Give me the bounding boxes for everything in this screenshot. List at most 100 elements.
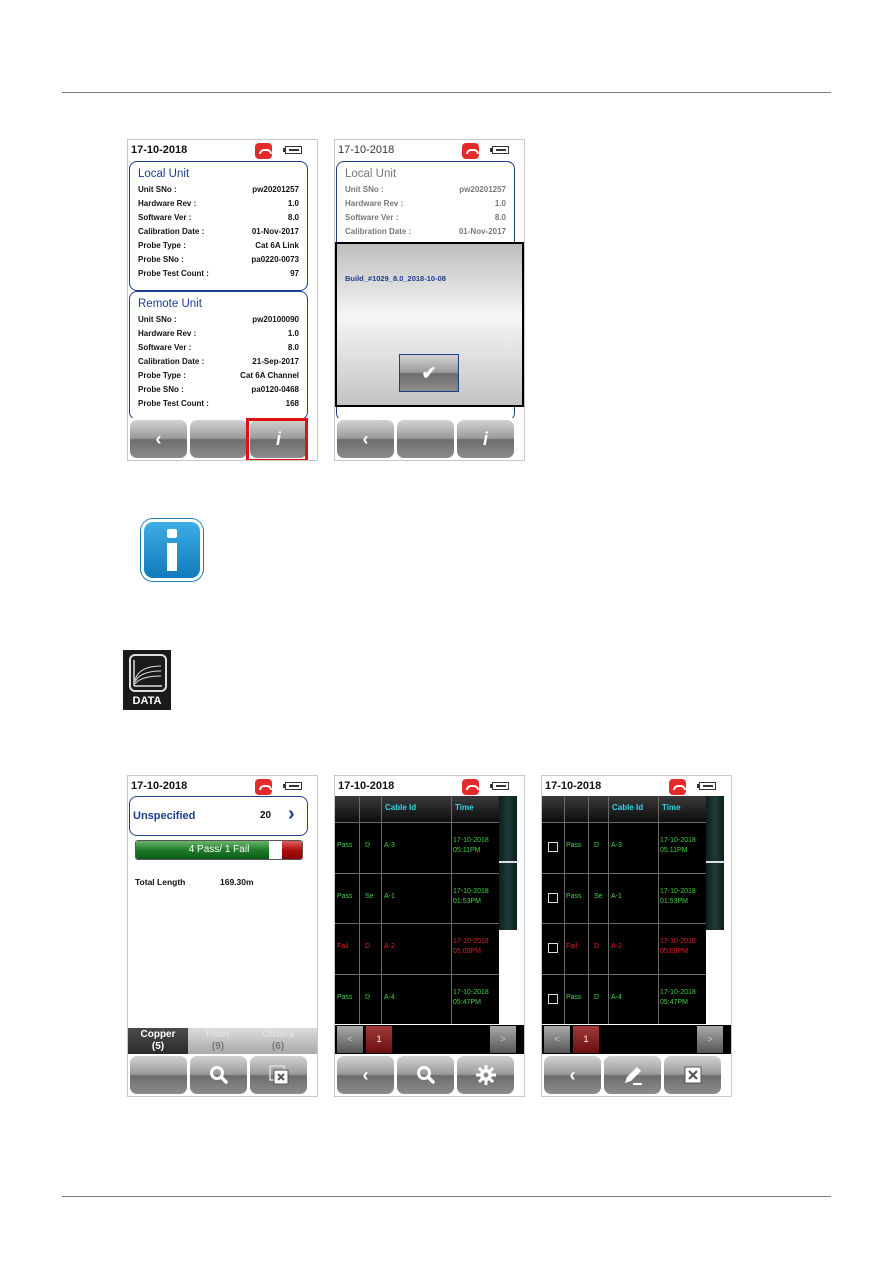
column-header[interactable]: Cable Id <box>385 803 416 812</box>
next-page-button[interactable]: > <box>490 1026 516 1053</box>
info-key: Software Ver : <box>138 343 192 352</box>
ok-button[interactable]: ✔ <box>399 354 459 392</box>
hangup-icon[interactable] <box>669 779 686 795</box>
tab-others[interactable]: Others (6) <box>248 1028 308 1055</box>
hangup-icon[interactable] <box>462 143 479 159</box>
date-label: 17-10-2018 <box>338 780 395 792</box>
status-cell: Fail <box>337 943 349 951</box>
hangup-icon[interactable] <box>255 143 272 159</box>
info-button[interactable]: i <box>457 420 514 458</box>
graph-icon <box>129 654 167 692</box>
group-count: 20 <box>260 810 272 821</box>
date-cell: 17-10-2018 <box>660 938 696 946</box>
scrollbar-mark <box>499 861 517 863</box>
prev-page-button[interactable]: < <box>544 1026 570 1053</box>
back-button[interactable]: ‹ <box>337 1056 394 1094</box>
column-header[interactable]: Time <box>662 803 681 812</box>
scrollbar[interactable] <box>499 796 517 1024</box>
status-cell: Pass <box>337 892 353 900</box>
results-table: Cable Id Time Pass D A-3 17-10-2018 05:11PM Pas… <box>542 796 706 1024</box>
status-bar: 17-10-2018 <box>335 776 524 798</box>
back-button[interactable]: ‹ <box>544 1056 601 1094</box>
build-version-text: Build_#1029_8.0_2018-10-08 <box>345 274 446 283</box>
row-checkbox[interactable] <box>548 993 558 1004</box>
info-value: pw20100090 <box>252 315 299 324</box>
column-header[interactable]: Cable Id <box>612 803 643 812</box>
info-row: Probe SNo : pa0120-0468 <box>138 385 299 397</box>
info-note-icon <box>141 519 203 581</box>
back-button[interactable]: ‹ <box>337 420 394 458</box>
info-icon: i <box>482 429 488 449</box>
info-row: Probe Type : Cat 6A Link <box>138 241 299 253</box>
page-1-button[interactable]: 1 <box>573 1026 599 1053</box>
info-row: Hardware Rev : 1.0 <box>345 199 506 211</box>
time-cell: 05:11PM <box>660 847 688 855</box>
info-row: Hardware Rev : 1.0 <box>138 329 299 341</box>
date-cell: 17-10-2018 <box>660 988 696 996</box>
pass-fail-label: 4 Pass/ 1 Fail <box>188 844 250 855</box>
edit-button[interactable] <box>604 1056 661 1094</box>
local-unit-title: Local Unit <box>138 168 190 180</box>
time-cell: 01:53PM <box>660 897 689 905</box>
info-row: Hardware Rev : 1.0 <box>138 199 299 211</box>
date-cell: 17-10-2018 <box>453 938 489 946</box>
empty-button[interactable] <box>397 420 454 458</box>
row-checkbox[interactable] <box>548 842 558 853</box>
cable-id-cell: A-1 <box>611 892 622 900</box>
delete-icon <box>684 1066 701 1084</box>
row-checkbox[interactable] <box>548 943 558 954</box>
search-button[interactable] <box>397 1056 454 1094</box>
next-page-button[interactable]: > <box>697 1026 723 1053</box>
info-value: 97 <box>290 269 299 278</box>
pencil-icon <box>624 1067 642 1085</box>
page-1-button[interactable]: 1 <box>366 1026 392 1053</box>
info-row: Unit SNo : pw20201257 <box>138 185 299 197</box>
empty-button[interactable] <box>130 1056 187 1094</box>
time-cell: 05:09PM <box>453 948 482 956</box>
scrollbar[interactable] <box>706 796 724 1024</box>
info-row: Software Ver : 8.0 <box>138 343 299 355</box>
status-cell: Pass <box>566 993 582 1001</box>
info-value: 01-Nov-2017 <box>251 227 299 236</box>
tab-copper[interactable]: Copper (5) <box>128 1028 188 1055</box>
hangup-icon[interactable] <box>255 779 272 795</box>
info-key: Probe SNo : <box>138 385 184 394</box>
scrollbar-thumb[interactable] <box>499 796 517 930</box>
scrollbar-thumb[interactable] <box>706 796 724 930</box>
scrollbar-mark <box>706 861 724 863</box>
empty-button[interactable] <box>190 420 247 458</box>
info-value: 1.0 <box>287 199 299 208</box>
tab-name: Fiber <box>205 1029 231 1040</box>
hangup-icon[interactable] <box>462 779 479 795</box>
status-bar: 17-10-2018 <box>128 140 317 162</box>
group-name: Unspecified <box>133 810 196 822</box>
prev-page-button[interactable]: < <box>337 1026 363 1053</box>
toolbar: ‹ <box>542 1054 731 1096</box>
tab-fiber[interactable]: Fiber (9) <box>188 1028 248 1055</box>
info-row: Software Ver : 8.0 <box>345 213 506 225</box>
delete-button[interactable] <box>664 1056 721 1094</box>
local-unit-title: Local Unit <box>345 168 397 180</box>
toolbar <box>128 1054 317 1096</box>
type-cell: D <box>594 993 600 1001</box>
local-unit-card: Local Unit Unit SNo : pw20201257 Hardware … <box>129 161 308 291</box>
check-icon: ✔ <box>421 363 437 383</box>
info-row: Probe Type : Cat 6A Channel <box>138 371 299 383</box>
info-key: Probe Test Count : <box>138 399 209 408</box>
settings-button[interactable] <box>457 1056 514 1094</box>
info-value: pa0220-0073 <box>251 255 299 264</box>
info-key: Probe SNo : <box>138 255 184 264</box>
date-cell: 17-10-2018 <box>453 887 489 895</box>
search-button[interactable] <box>190 1056 247 1094</box>
back-button[interactable]: ‹ <box>130 420 187 458</box>
chevron-right-icon[interactable]: › <box>288 803 295 826</box>
results-table: Cable Id Time Pass D A-3 17-10-2018 05:11PM Pas… <box>335 796 499 1024</box>
cable-id-cell: A-3 <box>384 842 395 850</box>
cable-id-cell: A-1 <box>384 892 395 900</box>
info-key: Hardware Rev : <box>138 199 197 208</box>
row-checkbox[interactable] <box>548 892 558 903</box>
group-row[interactable]: Unspecified 20 › <box>129 796 308 836</box>
delete-button[interactable] <box>250 1056 307 1094</box>
column-header[interactable]: Time <box>455 803 474 812</box>
date-label: 17-10-2018 <box>338 144 395 156</box>
